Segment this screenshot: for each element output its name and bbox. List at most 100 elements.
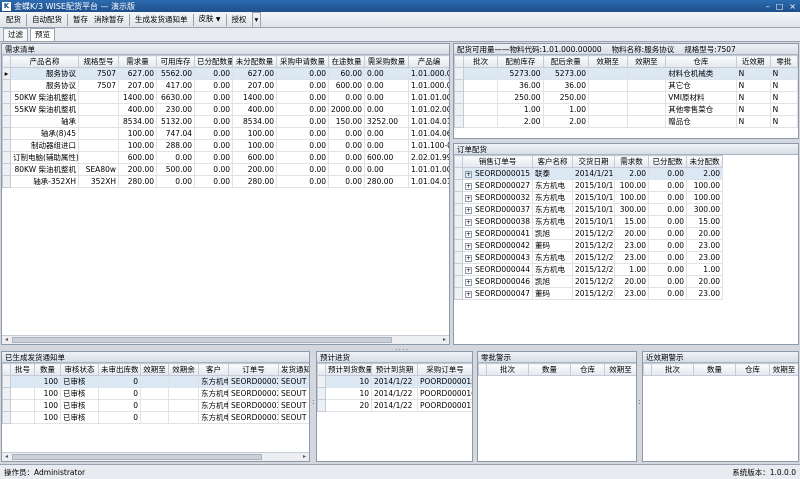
table-cell[interactable]: 0.00 xyxy=(648,179,687,192)
table-cell[interactable]: 0.00 xyxy=(328,163,365,176)
table-cell[interactable]: 2000.00 xyxy=(328,103,365,116)
table-cell[interactable]: 600.00 xyxy=(328,79,365,92)
table-cell[interactable]: POORD000016 xyxy=(417,387,472,400)
table-cell[interactable]: 15.00 xyxy=(614,215,649,228)
table-cell[interactable]: 352XH xyxy=(78,175,119,188)
table-cell[interactable] xyxy=(168,399,199,412)
table-cell[interactable]: 10 xyxy=(325,387,372,400)
table-cell[interactable]: 1.00 xyxy=(686,263,723,276)
table-cell[interactable]: 轴承(8)45 xyxy=(10,127,79,140)
table-cell[interactable] xyxy=(78,139,119,152)
table-cell[interactable]: 2.00 xyxy=(542,115,589,128)
table-row[interactable]: + SEORD000043 东方机电 2015/12/2 23.00 0.00 23.00 xyxy=(454,251,723,264)
table-cell[interactable]: 已审核 xyxy=(60,411,99,424)
table-cell[interactable]: SEOUT xyxy=(278,399,309,412)
table-cell[interactable]: + SEORD000043 xyxy=(462,251,533,264)
table-cell[interactable]: 0.00 xyxy=(648,203,687,216)
table-cell[interactable]: 0.00 xyxy=(276,79,329,92)
table-cell[interactable]: 417.00 xyxy=(156,79,195,92)
row-indicator[interactable] xyxy=(454,287,463,300)
column-header[interactable]: 发货通知 xyxy=(278,363,309,376)
column-header[interactable]: 可用库存 xyxy=(156,55,195,68)
table-cell[interactable] xyxy=(626,79,667,92)
table-cell[interactable]: 东方机电 xyxy=(198,399,229,412)
table-cell[interactable]: 0.00 xyxy=(276,139,329,152)
column-header[interactable]: 订单号 xyxy=(228,363,279,376)
generate-notice-button[interactable]: 生成发货通知单 xyxy=(132,13,191,27)
table-cell[interactable]: 3252.00 xyxy=(364,115,409,128)
table-cell[interactable]: 1.01.000.0000 xyxy=(408,67,449,80)
allocate-button[interactable]: 配货 xyxy=(3,13,24,27)
table-cell[interactable]: 0.00 xyxy=(156,175,195,188)
horizontal-scrollbar[interactable]: ◂ ▸ xyxy=(2,452,309,461)
table-cell[interactable]: 10 xyxy=(325,375,372,388)
table-cell[interactable]: 订制电脑(辅助属性) xyxy=(10,151,79,164)
table-cell[interactable]: 0.00 xyxy=(648,215,687,228)
row-indicator[interactable] xyxy=(454,91,465,104)
table-row[interactable]: 轴承(8)45 100.00 747.04 0.00 100.00 0.00 0.00 0.0… xyxy=(2,127,449,140)
table-cell[interactable]: + SEORD000044 xyxy=(462,263,533,276)
table-cell[interactable]: 2.00 xyxy=(614,167,649,180)
column-header[interactable]: 批次 xyxy=(651,363,694,376)
table-cell[interactable]: 5273.00 xyxy=(497,67,544,80)
column-header[interactable]: 仓库 xyxy=(570,363,605,376)
table-cell[interactable]: 1.01.000.0000 xyxy=(408,79,449,92)
table-cell[interactable] xyxy=(463,79,499,92)
table-cell[interactable]: 400.00 xyxy=(118,103,157,116)
table-cell[interactable]: 0.00 xyxy=(364,163,409,176)
table-row[interactable]: + SEORD000046 凯旭 2015/12/2 20.00 0.00 20.00 xyxy=(454,275,723,288)
table-cell[interactable]: 0.00 xyxy=(276,115,329,128)
scroll-thumb[interactable] xyxy=(12,454,262,460)
table-cell[interactable]: 2015/12/2 xyxy=(572,239,615,252)
tab-preview[interactable]: 预览 xyxy=(30,28,55,41)
table-cell[interactable] xyxy=(463,67,499,80)
table-cell[interactable]: 0.00 xyxy=(364,91,409,104)
table-cell[interactable]: 2015/12/2 xyxy=(572,227,615,240)
table-row[interactable]: 100 已审核 0 东方机电SEORD000029SEOUT xyxy=(2,387,309,400)
horizontal-scrollbar[interactable]: ◂ ▸ xyxy=(2,335,449,344)
table-cell[interactable]: 2015/10/16 xyxy=(572,203,615,216)
column-header[interactable]: 未分配数 xyxy=(686,155,723,168)
table-cell[interactable]: 已审核 xyxy=(60,375,99,388)
column-header[interactable]: 仓库 xyxy=(735,363,770,376)
table-cell[interactable]: 0.00 xyxy=(194,151,233,164)
column-header[interactable]: 需求数 xyxy=(614,155,649,168)
table-cell[interactable]: 0.00 xyxy=(364,79,409,92)
expand-icon[interactable]: + xyxy=(465,242,472,250)
column-header[interactable]: 效期至 xyxy=(140,363,169,376)
table-cell[interactable]: 0.00 xyxy=(648,287,687,300)
table-cell[interactable]: 制动器组进口 xyxy=(10,139,79,152)
table-row[interactable]: 55KW 柴油机整机 400.00 230.00 0.00 400.00 0.00 2000… xyxy=(2,103,449,116)
table-cell[interactable]: 20.00 xyxy=(614,275,649,288)
scroll-right-icon[interactable]: ▸ xyxy=(300,453,309,461)
table-cell[interactable]: N xyxy=(769,115,798,128)
row-indicator[interactable]: ▸ xyxy=(2,67,11,80)
table-cell[interactable]: 600.00 xyxy=(364,151,409,164)
table-cell[interactable] xyxy=(140,411,169,424)
row-indicator[interactable] xyxy=(2,103,11,116)
table-cell[interactable]: 5273.00 xyxy=(542,67,589,80)
column-header[interactable]: 效期至 xyxy=(587,55,628,68)
table-cell[interactable]: 0.00 xyxy=(156,151,195,164)
table-cell[interactable]: 1.01.04.06 xyxy=(408,127,449,140)
scroll-left-icon[interactable]: ◂ xyxy=(2,336,11,344)
table-cell[interactable]: 7507 xyxy=(78,67,119,80)
table-cell[interactable]: 2014/1/22 xyxy=(371,387,418,400)
table-cell[interactable]: SEORD000036 xyxy=(228,411,279,424)
table-cell[interactable]: 6630.00 xyxy=(156,91,195,104)
column-header[interactable]: 采购订单号 xyxy=(417,363,472,376)
table-cell[interactable]: 0 xyxy=(98,375,141,388)
table-cell[interactable]: 东方机电 xyxy=(532,179,573,192)
table-cell[interactable]: 100 xyxy=(34,399,61,412)
table-cell[interactable]: 207.00 xyxy=(232,79,277,92)
table-cell[interactable]: 其他零售菜仓 xyxy=(665,103,737,116)
row-indicator[interactable] xyxy=(2,163,11,176)
table-cell[interactable]: 0.00 xyxy=(276,91,329,104)
clear-hold-button[interactable]: 消除暂存 xyxy=(91,13,127,27)
table-cell[interactable]: 2015/12/2 xyxy=(572,251,615,264)
table-cell[interactable]: 230.00 xyxy=(156,103,195,116)
table-row[interactable]: 轴承 8534.00 5132.00 0.00 8534.00 0.00 150.00 325… xyxy=(2,115,449,128)
table-cell[interactable]: 250.00 xyxy=(497,91,544,104)
table-cell[interactable]: 2.02.01.999 xyxy=(408,151,449,164)
table-cell[interactable]: 500.00 xyxy=(156,163,195,176)
